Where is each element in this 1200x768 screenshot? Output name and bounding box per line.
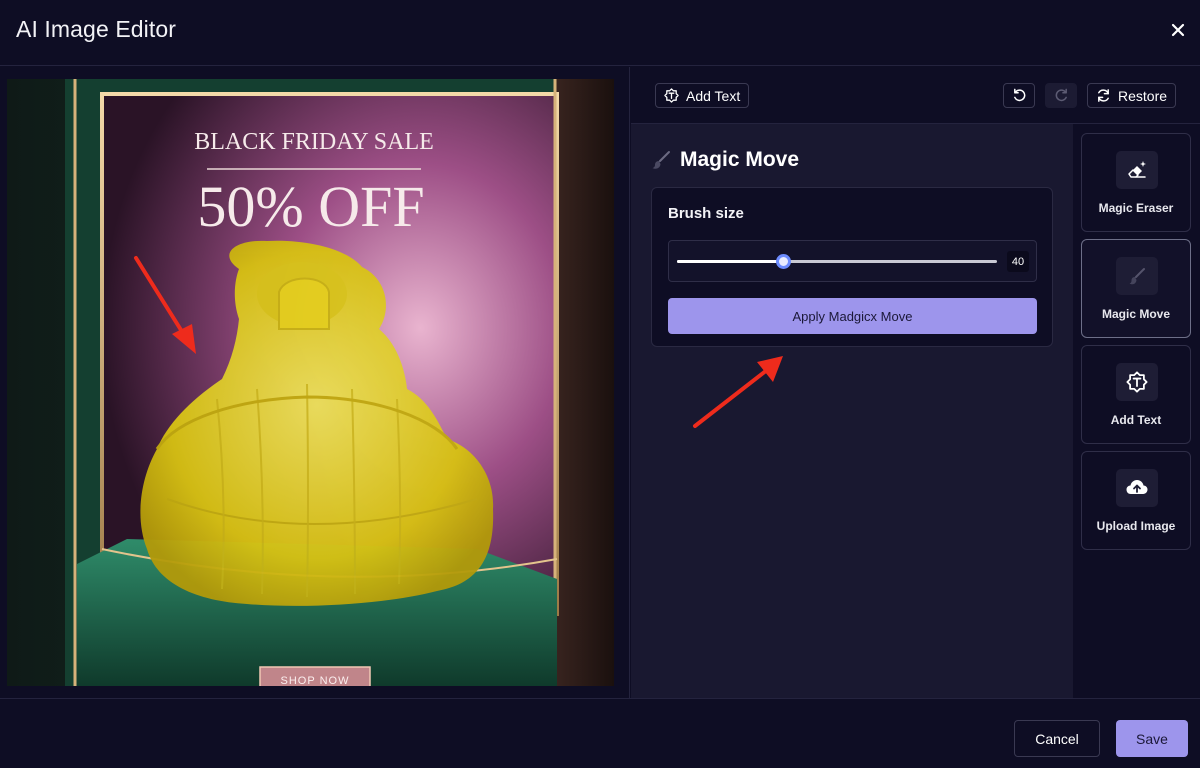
panel-title: Magic Move [680, 148, 800, 171]
page-title: AI Image Editor [16, 16, 177, 42]
slider-fill [677, 260, 783, 263]
brush-size-label: Brush size [668, 205, 744, 222]
restore-button[interactable]: Restore [1087, 83, 1177, 108]
text-icon [664, 88, 679, 103]
tool-label: Magic Move [1101, 307, 1170, 321]
close-icon [1171, 23, 1185, 37]
cancel-button[interactable]: Cancel [1014, 720, 1100, 757]
ad-image[interactable]: BLACK FRIDAY SALE 50% OFF SHOP NOW [7, 79, 614, 686]
undo-button[interactable] [1003, 83, 1035, 108]
eraser-icon [1128, 161, 1146, 178]
redo-button[interactable] [1045, 83, 1077, 108]
editor-footer: Cancel Save [0, 698, 1200, 768]
editable-image[interactable]: BLACK FRIDAY SALE 50% OFF SHOP NOW [7, 79, 614, 686]
ad-offer: 50% OFF [197, 174, 424, 239]
editor-toolbar: Add Text Restore [631, 67, 1200, 124]
tool-add-text[interactable]: Add Text [1081, 345, 1191, 444]
restore-icon [1098, 89, 1109, 102]
tool-label: Add Text [1110, 413, 1162, 427]
annotation-arrow-right [693, 356, 783, 428]
canvas-area: BLACK FRIDAY SALE 50% OFF SHOP NOW [0, 67, 630, 698]
tool-upload-image[interactable]: Upload Image [1081, 451, 1191, 550]
redo-icon [1055, 88, 1067, 102]
tool-list: Magic Eraser Magic Move Add Text Upload … [1073, 124, 1200, 698]
undo-icon [1013, 88, 1025, 102]
ad-headline: BLACK FRIDAY SALE [194, 129, 434, 155]
text-icon [1126, 371, 1148, 393]
brush-size-value[interactable]: 40 [1007, 251, 1029, 272]
brush-size-slider[interactable] [677, 254, 997, 269]
tool-label: Upload Image [1096, 519, 1176, 533]
apply-magic-move-button[interactable]: Apply Madgicx Move [668, 298, 1037, 334]
ad-cta: SHOP NOW [281, 675, 350, 686]
close-button[interactable] [1166, 18, 1190, 42]
save-button[interactable]: Save [1116, 720, 1188, 757]
tool-magic-move[interactable]: Magic Move [1081, 239, 1191, 338]
slider-handle[interactable] [775, 254, 791, 269]
add-text-button[interactable]: Add Text [655, 83, 750, 108]
brush-size-card: Brush size 40 Apply Madgicx Move [651, 187, 1053, 347]
brush-icon [652, 151, 670, 169]
add-text-label: Add Text [686, 87, 741, 104]
tool-settings-panel: Magic Move Brush size 40 Apply Madgicx M… [631, 124, 1073, 698]
cloud-upload-icon [1126, 480, 1148, 494]
panel-header: Magic Move [651, 148, 799, 172]
brush-size-control: 40 [668, 240, 1037, 282]
tool-magic-eraser[interactable]: Magic Eraser [1081, 133, 1191, 232]
editor-header: AI Image Editor [0, 0, 1200, 66]
brush-icon [1129, 268, 1145, 285]
tool-label: Magic Eraser [1098, 201, 1174, 215]
restore-label: Restore [1118, 87, 1168, 104]
